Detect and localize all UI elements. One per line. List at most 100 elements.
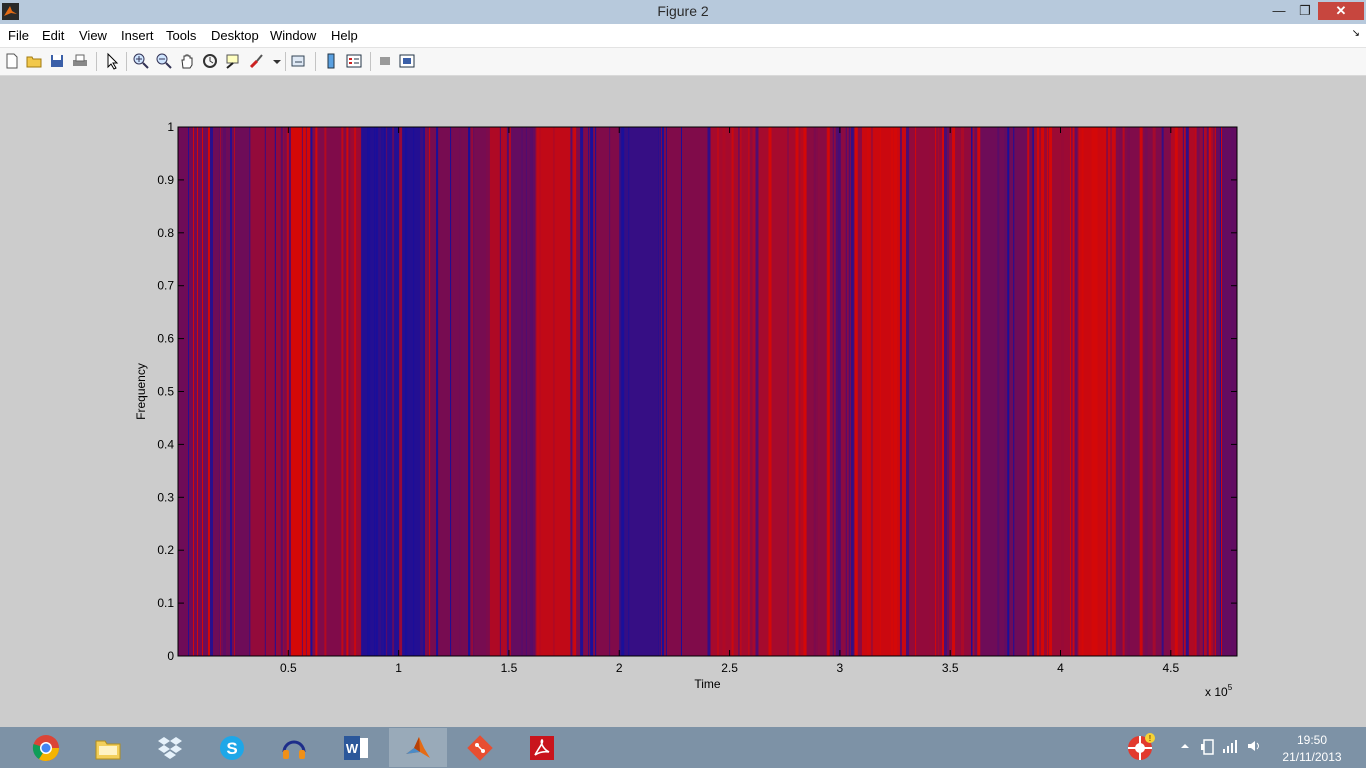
heatmap-stripe bbox=[845, 127, 847, 656]
x-tick-label: 3.5 bbox=[942, 661, 959, 675]
heatmap-stripe bbox=[787, 127, 789, 656]
notification-app-icon[interactable]: ! bbox=[1126, 732, 1156, 762]
open-file-icon[interactable] bbox=[25, 52, 43, 70]
heatmap-stripe bbox=[973, 127, 975, 656]
x-axis-exponent: x 105 bbox=[1205, 683, 1233, 699]
brush-dropdown-icon[interactable] bbox=[268, 52, 286, 70]
taskbar-audacity[interactable] bbox=[265, 728, 323, 767]
toolbar-separator bbox=[126, 52, 127, 71]
insert-colorbar-icon[interactable] bbox=[322, 52, 340, 70]
heatmap-stripe bbox=[1106, 127, 1108, 656]
clock-time[interactable]: 19:50 bbox=[1284, 733, 1340, 747]
toolbar-separator bbox=[96, 52, 97, 71]
heatmap-stripe bbox=[350, 127, 352, 656]
matlab-icon bbox=[406, 737, 430, 758]
heatmap-stripe bbox=[301, 127, 303, 656]
show-hidden-icons-icon[interactable] bbox=[1180, 741, 1190, 751]
menu-file[interactable]: File bbox=[8, 28, 29, 43]
y-axis-label: Frequency bbox=[134, 363, 148, 420]
menu-tools[interactable]: Tools bbox=[166, 28, 196, 43]
menu-view[interactable]: View bbox=[79, 28, 107, 43]
y-tick-label: 0.2 bbox=[157, 543, 174, 557]
heatmap-stripe bbox=[1007, 127, 1010, 656]
taskbar-git[interactable] bbox=[451, 728, 509, 767]
show-plot-tools-icon[interactable] bbox=[398, 52, 416, 70]
heatmap-stripe bbox=[580, 127, 584, 656]
minimize-button[interactable]: — bbox=[1266, 2, 1292, 20]
y-tick-label: 0.7 bbox=[157, 279, 174, 293]
zoom-out-icon[interactable] bbox=[155, 52, 173, 70]
taskbar-file-explorer[interactable] bbox=[79, 728, 137, 767]
clock-date[interactable]: 21/11/2013 bbox=[1278, 750, 1346, 764]
heatmap-stripe bbox=[405, 127, 408, 656]
heatmap-stripe bbox=[879, 127, 881, 656]
menu-desktop[interactable]: Desktop bbox=[211, 28, 259, 43]
brush-icon[interactable] bbox=[248, 52, 266, 70]
heatmap-stripe bbox=[929, 127, 933, 656]
heatmap-stripe bbox=[899, 127, 902, 656]
heatmap-stripe bbox=[374, 127, 376, 656]
heatmap-stripe bbox=[1091, 127, 1095, 656]
taskbar-skype[interactable]: S bbox=[203, 728, 261, 767]
heatmap-stripe bbox=[658, 127, 659, 656]
heatmap-stripe bbox=[835, 127, 838, 656]
heatmap-stripe bbox=[659, 127, 661, 656]
window-title: Figure 2 bbox=[657, 3, 709, 19]
menu-insert[interactable]: Insert bbox=[121, 28, 154, 43]
taskbar-matlab[interactable] bbox=[389, 728, 447, 767]
x-tick-label: 0.5 bbox=[280, 661, 297, 675]
taskbar-dropbox[interactable] bbox=[141, 728, 199, 767]
heatmap-stripe bbox=[280, 127, 283, 656]
hide-plot-tools-icon[interactable] bbox=[376, 52, 394, 70]
svg-text:W: W bbox=[346, 741, 359, 756]
heatmap-stripe bbox=[392, 127, 395, 656]
rotate-3d-icon[interactable] bbox=[201, 52, 219, 70]
taskbar-chrome[interactable] bbox=[17, 728, 75, 767]
heatmap-stripe bbox=[800, 127, 804, 656]
heatmap-stripe bbox=[595, 127, 597, 656]
git-icon bbox=[467, 735, 493, 761]
heatmap-stripe bbox=[286, 127, 289, 656]
heatmap-stripe bbox=[208, 127, 210, 656]
menu-window[interactable]: Window bbox=[270, 28, 316, 43]
heatmap-stripe bbox=[508, 127, 511, 656]
heatmap-stripe bbox=[621, 127, 625, 656]
menu-help[interactable]: Help bbox=[331, 28, 358, 43]
edit-plot-arrow-icon[interactable] bbox=[103, 52, 121, 70]
heatmap-stripe bbox=[274, 127, 276, 656]
new-figure-icon[interactable] bbox=[3, 52, 21, 70]
spectrogram-plot[interactable]: 0.5 1 1.5 2 2.5 3 3.5 4 4.5 0 0.1 0.2 0.3 0.4 0.5 0.6 0.… bbox=[0, 76, 1366, 727]
heatmap-stripe bbox=[386, 127, 388, 656]
taskbar: S W ! 19:50 21/11/2013 bbox=[0, 727, 1366, 768]
network-signal-icon[interactable] bbox=[1222, 738, 1238, 754]
menu-edit[interactable]: Edit bbox=[42, 28, 64, 43]
heatmap-stripe bbox=[1061, 127, 1065, 656]
toolbar-separator bbox=[315, 52, 316, 71]
heatmap-stripe bbox=[722, 127, 726, 656]
heatmap-stripe bbox=[1161, 127, 1164, 656]
dock-arrow-icon[interactable]: ↘ bbox=[1352, 28, 1360, 39]
print-icon[interactable] bbox=[71, 52, 89, 70]
taskbar-acrobat[interactable] bbox=[513, 728, 571, 767]
save-icon[interactable] bbox=[48, 52, 66, 70]
svg-text:S: S bbox=[226, 739, 237, 758]
close-button[interactable]: ✕ bbox=[1318, 2, 1364, 20]
restore-button[interactable]: ❐ bbox=[1292, 2, 1318, 20]
action-center-icon[interactable] bbox=[1200, 738, 1216, 756]
heatmap-stripe bbox=[658, 127, 660, 656]
volume-icon[interactable] bbox=[1246, 738, 1262, 754]
x-exponent-power: 5 bbox=[1228, 683, 1233, 692]
x-tick-label: 4.5 bbox=[1162, 661, 1179, 675]
taskbar-word[interactable]: W bbox=[327, 728, 385, 767]
link-plot-icon[interactable] bbox=[290, 52, 308, 70]
x-tick-label: 1 bbox=[395, 661, 402, 675]
x-tick-label: 2 bbox=[616, 661, 623, 675]
heatmap-stripe bbox=[367, 127, 371, 656]
heatmap-stripe bbox=[420, 127, 424, 656]
heatmap-stripe bbox=[188, 127, 189, 656]
data-cursor-icon[interactable] bbox=[224, 52, 242, 70]
zoom-in-icon[interactable] bbox=[132, 52, 150, 70]
insert-legend-icon[interactable] bbox=[345, 52, 363, 70]
heatmap-stripe bbox=[539, 127, 541, 656]
pan-hand-icon[interactable] bbox=[178, 52, 196, 70]
